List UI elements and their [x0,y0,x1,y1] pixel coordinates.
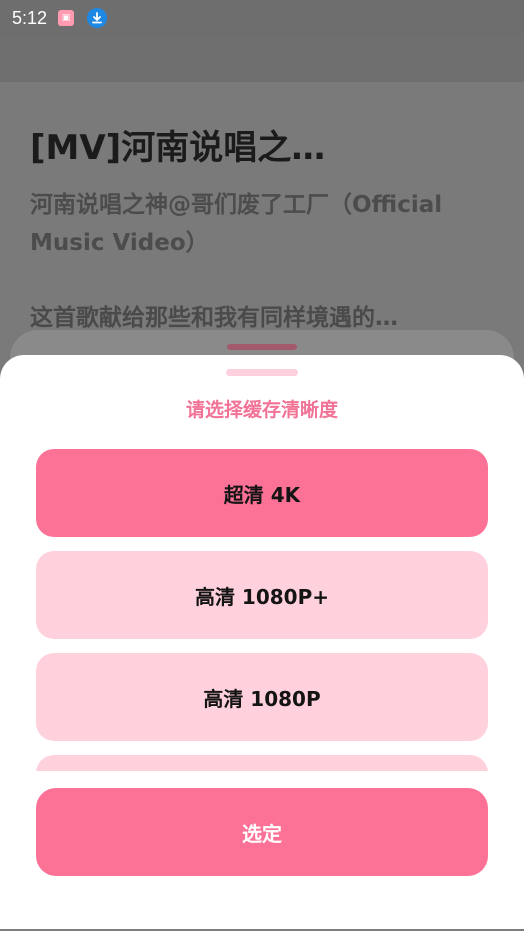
status-time: 5:12 [12,7,48,28]
video-title: [MV]河南说唱之… [30,128,326,168]
quality-bottom-sheet: 请选择缓存清晰度 超清 4K 高清 1080P+ 高清 1080P 选定 [0,355,524,931]
quality-option-4k[interactable]: 超清 4K [36,449,488,537]
video-subtitle: 河南说唱之神@哥们废了工厂（Official Music Video） [30,192,443,256]
background-sheet-handle [227,344,297,350]
bilibili-icon: ▣ [58,10,75,26]
app-bar [0,36,524,82]
quality-options-list[interactable]: 超清 4K 高清 1080P+ 高清 1080P [36,449,488,771]
sheet-title: 请选择缓存清晰度 [185,399,338,421]
quality-option-partial[interactable] [36,755,488,771]
download-icon [87,8,108,28]
video-description: 这首歌献给那些和我有同样境遇的… [30,305,398,331]
quality-option-1080p[interactable]: 高清 1080P [36,653,488,741]
status-bar: 5:12 ▣ [0,0,524,36]
confirm-button[interactable]: 选定 [36,788,488,876]
quality-option-1080p-plus[interactable]: 高清 1080P+ [36,551,488,639]
drag-handle[interactable] [226,369,298,376]
